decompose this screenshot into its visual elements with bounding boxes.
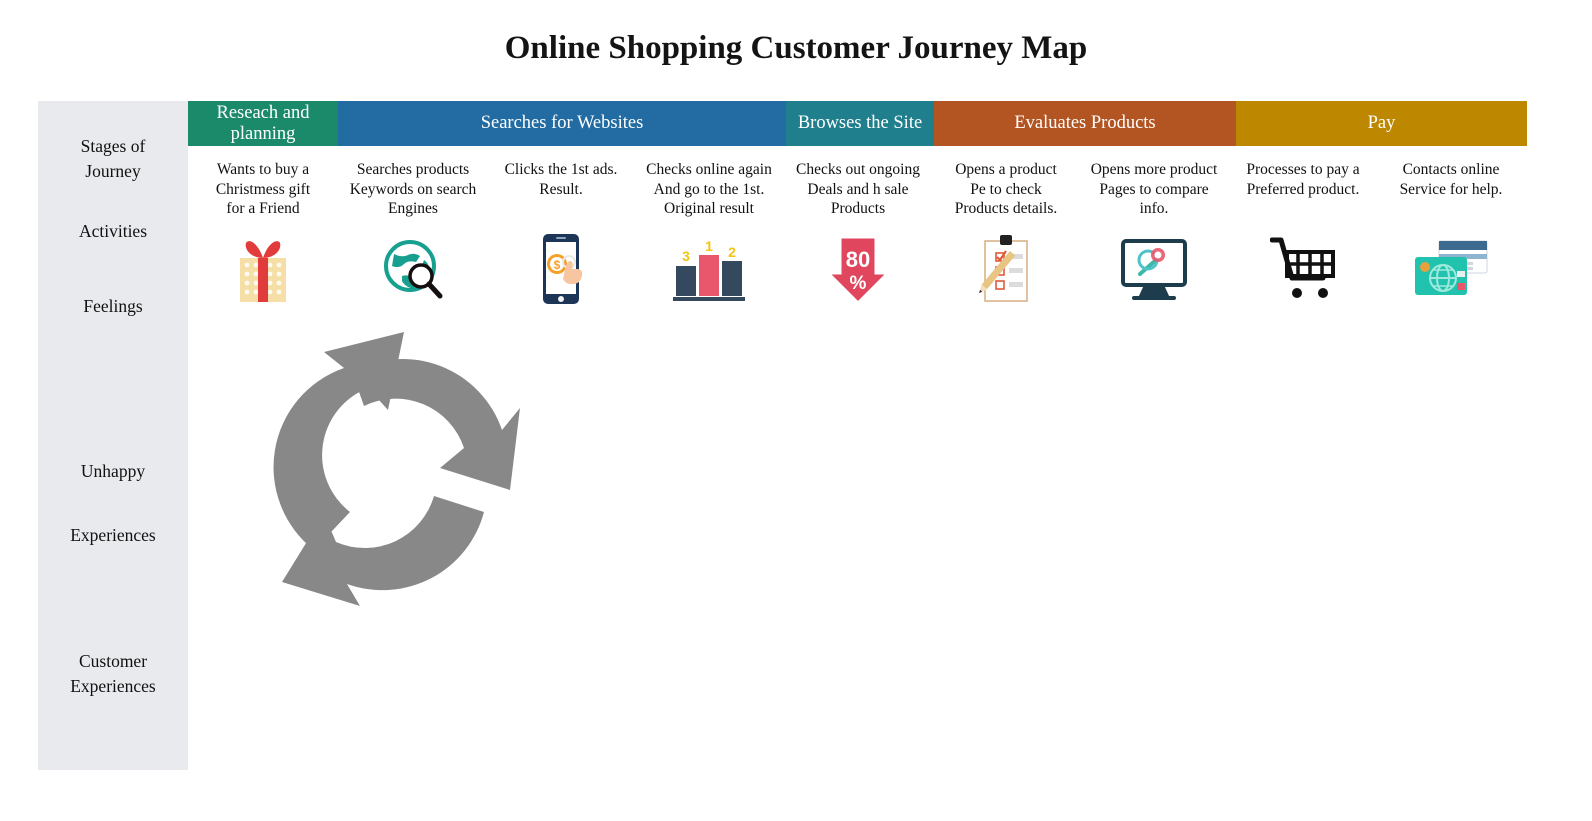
activity-text-4: Checks out ongoing Deals and h sale Produc…: [796, 161, 920, 217]
sidebar-stages-line1: Stages of: [80, 136, 146, 156]
activity-text-1: Searches products Keywords on search Engin…: [349, 161, 477, 217]
svg-text:2: 2: [728, 244, 736, 260]
discount-arrow-icon: 80 %: [822, 233, 894, 310]
stage-header-browses-the-site[interactable]: Browses the Site: [786, 101, 934, 146]
activity-text-3: Checks online again And go to the 1st. Ori…: [646, 161, 772, 217]
clipboard-checklist-icon: [977, 233, 1035, 310]
sidebar-item-experiences: Experiences: [70, 525, 156, 545]
discount-unit: %: [850, 273, 867, 294]
stage-header-pay[interactable]: Pay: [1236, 101, 1527, 146]
icon-cell-3: 3 1 2: [634, 232, 784, 310]
monitor-search-icon: [1118, 236, 1190, 307]
activity-text-8: Contacts online Service for help.: [1399, 161, 1503, 198]
activity-text-5: Opens a product Pe to check Products detai…: [954, 161, 1058, 217]
activity-icons-row: $ 3 1 2 80 %: [188, 232, 1548, 312]
circular-cycle-arrows-graphic: [252, 330, 522, 610]
icon-cell-6: [1079, 232, 1229, 310]
mobile-payment-icon: $: [533, 232, 589, 311]
svg-text:3: 3: [682, 248, 690, 264]
ranking-podium-icon: 3 1 2: [671, 233, 747, 310]
icon-cell-8: [1376, 232, 1526, 310]
shopping-cart-icon: [1269, 236, 1336, 307]
sidebar-customer-line2: Experiences: [70, 676, 156, 696]
sidebar-item-activities: Activities: [78, 221, 148, 241]
activities-row: Wants to buy a Christmess gift for a Frien…: [188, 160, 1548, 224]
svg-text:$: $: [554, 258, 561, 272]
sidebar: Stages of Journey Activities Feelings Un…: [38, 101, 188, 770]
stage-header-research-and-planning[interactable]: Reseach and planning: [188, 101, 338, 146]
svg-text:1: 1: [705, 238, 713, 254]
sidebar-customer-line1: Customer: [78, 651, 148, 671]
discount-value: 80: [846, 247, 870, 272]
sidebar-item-customer-experiences: Customer Experiences: [38, 649, 188, 699]
sidebar-item-feelings: Feelings: [83, 296, 143, 316]
icon-cell-4: 80 %: [783, 232, 933, 310]
icon-cell-1: [338, 232, 488, 310]
stage-header-band: Reseach and planning Searches for Websit…: [188, 101, 1527, 146]
icon-cell-7: [1228, 232, 1378, 310]
stage-header-searches-for-websites[interactable]: Searches for Websites: [338, 101, 786, 146]
stage-header-evaluates-products[interactable]: Evaluates Products: [934, 101, 1236, 146]
sidebar-item-unhappy: Unhappy: [80, 461, 146, 481]
sidebar-stages-line2: Journey: [85, 161, 141, 181]
icon-cell-5: [931, 232, 1081, 310]
page-title: Online Shopping Customer Journey Map: [504, 30, 1088, 66]
activity-text-6: Opens more product Pages to compare info.: [1090, 161, 1218, 217]
activity-text-2: Clicks the 1st ads. Result.: [504, 161, 618, 198]
activity-text-7: Processes to pay a Preferred product.: [1246, 161, 1360, 198]
activity-text-0: Wants to buy a Christmess gift for a Frien…: [215, 161, 311, 217]
credit-cards-icon: [1413, 239, 1489, 304]
globe-search-icon: [380, 236, 446, 307]
icon-cell-0: [188, 232, 338, 310]
icon-cell-2: $: [486, 232, 636, 310]
gift-box-icon: [232, 234, 294, 309]
sidebar-item-stages-of-journey: Stages of Journey: [38, 134, 188, 184]
